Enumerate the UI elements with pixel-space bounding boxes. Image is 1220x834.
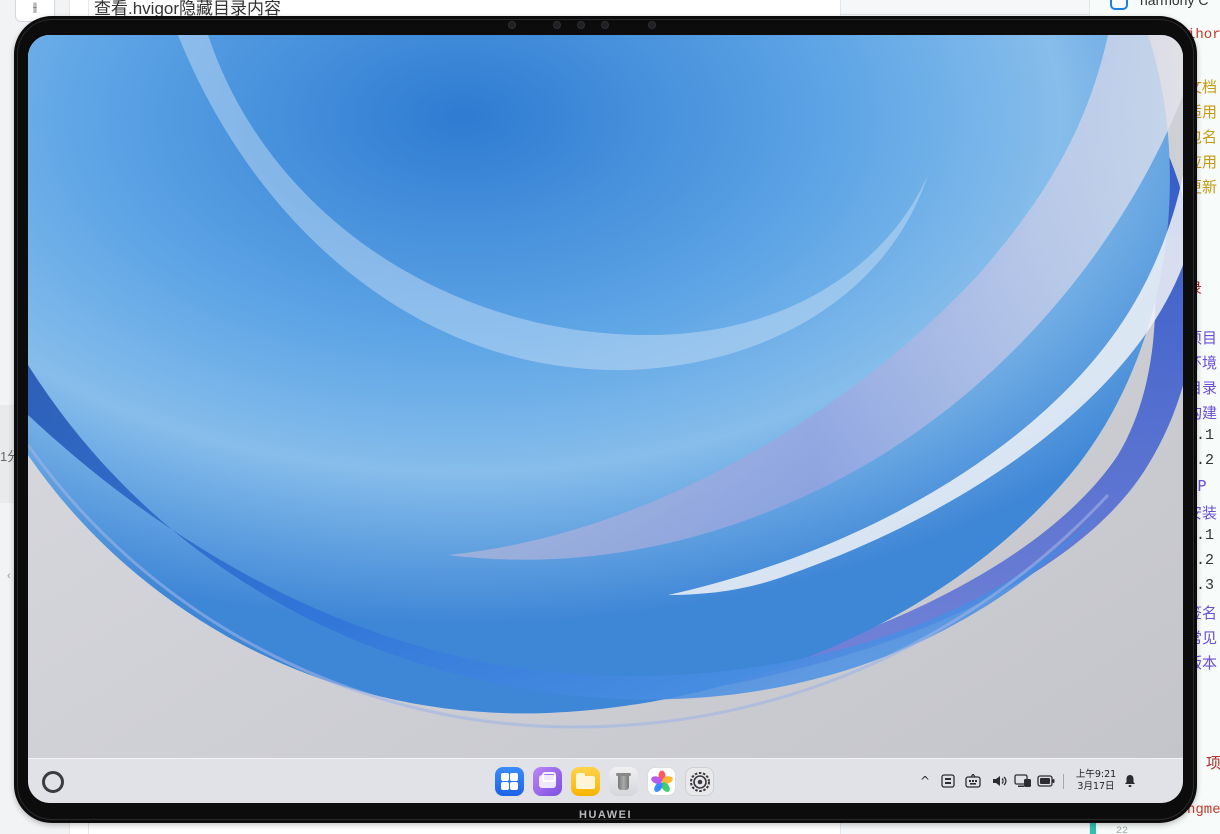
front-camera bbox=[601, 21, 609, 29]
input-method-icon[interactable] bbox=[940, 771, 956, 791]
chevron-up-icon[interactable]: ^ bbox=[918, 771, 932, 791]
volume-icon[interactable] bbox=[990, 771, 1008, 791]
editor-tab-icon bbox=[1110, 0, 1128, 10]
editor-tab-title[interactable]: harmony C bbox=[1140, 0, 1208, 8]
notification-bell-icon[interactable] bbox=[1123, 771, 1137, 791]
tablet-device: ^ 上午9:21 3月17日 HUAWEI bbox=[14, 16, 1197, 823]
clock-time: 上午9:21 bbox=[1075, 769, 1117, 780]
background-middle-divider bbox=[840, 14, 1090, 15]
settings-gear-icon[interactable] bbox=[685, 767, 714, 796]
sensor-dot bbox=[577, 21, 585, 29]
multitask-windows-icon[interactable] bbox=[533, 767, 562, 796]
taskbar: ^ 上午9:21 3月17日 bbox=[28, 758, 1183, 803]
camera-sensors bbox=[508, 21, 678, 31]
recycle-bin-trash-icon[interactable] bbox=[609, 767, 638, 796]
collapse-arrow-icon[interactable]: ‹ bbox=[7, 570, 11, 582]
sensor-dot bbox=[553, 21, 561, 29]
tablet-screen: ^ 上午9:21 3月17日 bbox=[28, 35, 1183, 803]
battery-icon[interactable] bbox=[1036, 771, 1056, 791]
keyboard-icon[interactable] bbox=[964, 771, 982, 791]
sensor-dot bbox=[508, 21, 516, 29]
files-folder-icon[interactable] bbox=[571, 767, 600, 796]
tray-divider bbox=[1063, 774, 1064, 789]
device-brand-logo: HUAWEI bbox=[579, 809, 632, 821]
outline-item[interactable]: 项 bbox=[1206, 752, 1220, 773]
clock[interactable]: 上午9:21 3月17日 bbox=[1073, 769, 1119, 793]
sensor-dot bbox=[648, 21, 656, 29]
clock-date: 3月17日 bbox=[1077, 781, 1115, 792]
gallery-flower-icon[interactable] bbox=[647, 767, 676, 796]
display-network-icon[interactable] bbox=[1013, 771, 1033, 791]
desktop-wallpaper[interactable] bbox=[28, 35, 1183, 758]
app-center-grid-icon[interactable] bbox=[495, 767, 524, 796]
editor-line-number: 22 bbox=[1116, 826, 1129, 834]
circle-launcher-icon[interactable] bbox=[42, 771, 64, 793]
